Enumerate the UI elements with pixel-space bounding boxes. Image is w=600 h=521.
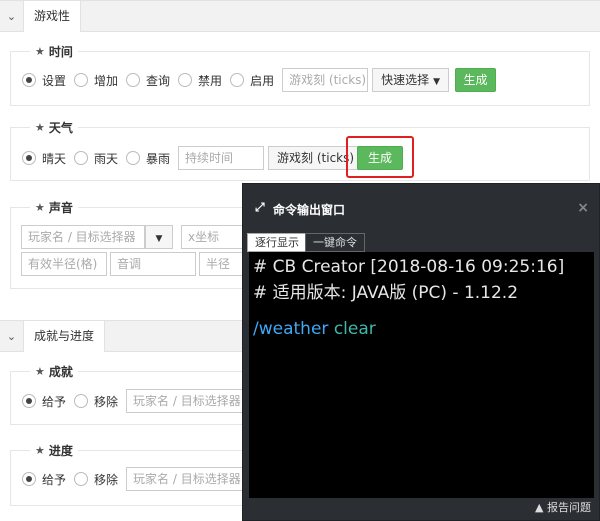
command-window-title: 命令输出窗口 — [273, 203, 346, 217]
star-icon: ★ — [35, 120, 45, 134]
time-ticks-input[interactable]: 游戏刻 (ticks) — [282, 68, 369, 92]
sound-min-volume-input[interactable]: 半径外音 — [199, 252, 243, 276]
radio-time-add[interactable] — [74, 73, 89, 87]
command-window-titlebar[interactable]: ⤢ 命令输出窗口 × — [243, 184, 599, 232]
warning-icon: ▲ — [535, 501, 544, 514]
progress-legend: ★ 进度 — [30, 442, 78, 458]
quick-select-button[interactable]: 快速选择 ▼ — [372, 68, 450, 92]
gameplay-section-header: ⌄ 游戏性 — [0, 0, 600, 32]
sound-radius-input[interactable]: 有效半径(格) — [21, 252, 107, 276]
tab-line-by-line[interactable]: 逐行显示 — [247, 233, 307, 252]
radio-weather-clear[interactable] — [22, 151, 36, 165]
weather-legend: ★ 天气 — [30, 119, 78, 135]
tab-advancement[interactable]: 成就与进度 — [24, 321, 106, 352]
close-icon[interactable]: × — [577, 200, 589, 216]
output-header-line: # CB Creator [2018-08-16 09:25:16] — [253, 257, 565, 277]
achievement-legend: ★ 成就 — [30, 363, 78, 379]
sound-legend: ★ 声音 — [30, 199, 78, 215]
radio-progress-remove[interactable] — [74, 472, 89, 486]
tab-gameplay[interactable]: 游戏性 — [24, 1, 82, 32]
progress-row: 给予 移除 玩家名 / 目标选择器 — [22, 467, 253, 491]
report-issue-link[interactable]: ▲ 报告问题 — [535, 499, 591, 515]
command-output-area[interactable]: # CB Creator [2018-08-16 09:25:16] # 适用版… — [249, 252, 594, 498]
achievement-player-input[interactable]: 玩家名 / 目标选择器 — [126, 389, 253, 413]
highlight-box — [346, 136, 414, 178]
caret-down-icon: ▼ — [433, 77, 441, 87]
radio-time-enable[interactable] — [230, 73, 245, 87]
time-generate-button[interactable]: 生成 — [455, 68, 497, 92]
radio-time-set[interactable] — [22, 73, 36, 87]
radio-progress-give[interactable] — [22, 472, 36, 486]
progress-player-input[interactable]: 玩家名 / 目标选择器 — [126, 467, 253, 491]
radio-achievement-remove[interactable] — [74, 394, 89, 408]
time-row: 设置 增加 查询 禁用 启用 游戏刻 (ticks) 快速选择 ▼ 生成 — [22, 68, 497, 92]
radio-weather-thunder[interactable] — [126, 151, 141, 165]
sound-player-dropdown[interactable]: ▼ — [145, 225, 173, 249]
sound-pitch-input[interactable]: 音调 — [110, 252, 196, 276]
chevron-down-icon[interactable]: ⌄ — [0, 1, 24, 32]
weather-duration-input[interactable]: 持续时间 — [178, 146, 265, 170]
tab-one-click-command[interactable]: 一键命令 — [305, 233, 365, 252]
output-command-line: /weather clear — [253, 319, 376, 339]
weather-row: 晴天 雨天 暴雨 持续时间 游戏刻 (ticks)▼ — [22, 146, 374, 170]
sound-x-input[interactable]: x坐标 — [181, 225, 243, 249]
chevron-down-icon[interactable]: ⌄ — [0, 321, 24, 352]
sound-player-input[interactable]: 玩家名 / 目标选择器 — [21, 225, 145, 249]
radio-weather-rain[interactable] — [74, 151, 89, 165]
time-legend: ★ 时间 — [30, 43, 78, 59]
achievement-row: 给予 移除 玩家名 / 目标选择器 — [22, 389, 253, 413]
radio-time-query[interactable] — [126, 73, 141, 87]
radio-time-disable[interactable] — [178, 73, 193, 87]
star-icon: ★ — [35, 200, 45, 214]
expand-icon[interactable]: ⤢ — [255, 200, 265, 215]
output-version-line: # 适用版本: JAVA版 (PC) - 1.12.2 — [253, 283, 519, 303]
radio-achievement-give[interactable] — [22, 394, 36, 408]
caret-down-icon: ▼ — [155, 234, 163, 244]
command-argument: clear — [333, 319, 376, 339]
star-icon: ★ — [35, 364, 45, 378]
star-icon: ★ — [35, 443, 45, 457]
command-keyword: /weather — [253, 319, 329, 339]
command-output-window: ⤢ 命令输出窗口 × 逐行显示 一键命令 # CB Creator [2018-… — [242, 183, 600, 521]
star-icon: ★ — [35, 44, 45, 58]
